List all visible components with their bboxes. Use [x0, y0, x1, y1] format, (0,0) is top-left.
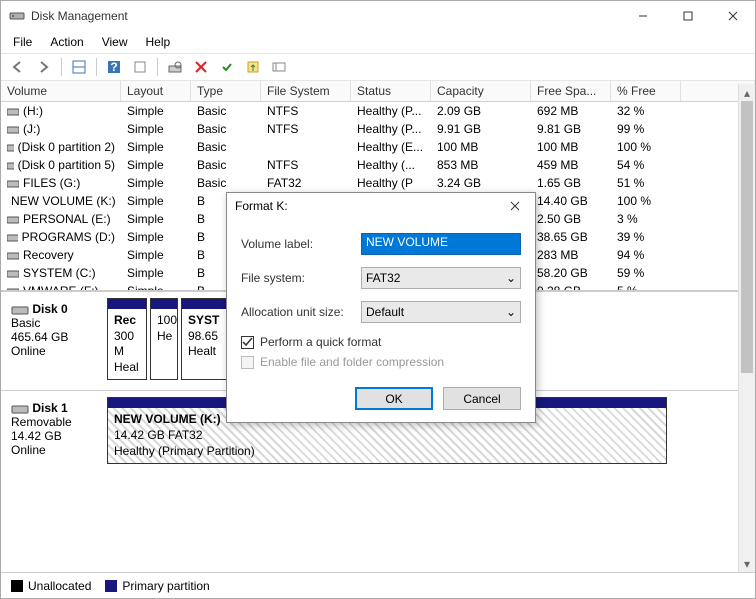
format-dialog: Format K: Volume label: NEW VOLUME File … — [226, 192, 536, 423]
minimize-button[interactable] — [620, 2, 665, 30]
partition[interactable]: SYST98.65Healt — [181, 298, 229, 380]
col-type[interactable]: Type — [191, 81, 261, 101]
back-button[interactable] — [7, 56, 29, 78]
menu-file[interactable]: File — [5, 33, 40, 51]
table-row[interactable]: (H:)SimpleBasicNTFSHealthy (P...2.09 GB6… — [1, 102, 755, 120]
dialog-title: Format K: — [235, 199, 503, 213]
menu-help[interactable]: Help — [138, 33, 179, 51]
toolbar-icon[interactable] — [68, 56, 90, 78]
maximize-button[interactable] — [665, 2, 710, 30]
col-status[interactable]: Status — [351, 81, 431, 101]
col-freespace[interactable]: Free Spa... — [531, 81, 611, 101]
ok-button[interactable]: OK — [355, 387, 433, 410]
app-icon — [9, 8, 25, 24]
menu-action[interactable]: Action — [42, 33, 91, 51]
quick-format-checkbox[interactable]: Perform a quick format — [241, 335, 521, 349]
chevron-down-icon: ⌄ — [506, 305, 516, 319]
menu-view[interactable]: View — [94, 33, 136, 51]
col-volume[interactable]: Volume — [1, 81, 121, 101]
cancel-button[interactable]: Cancel — [443, 387, 521, 410]
check-icon[interactable] — [216, 56, 238, 78]
filesystem-label: File system: — [241, 271, 361, 285]
help-icon[interactable]: ? — [103, 56, 125, 78]
svg-text:?: ? — [110, 60, 117, 74]
toolbar: ? — [1, 53, 755, 81]
table-row[interactable]: (Disk 0 partition 2)SimpleBasicHealthy (… — [1, 138, 755, 156]
scroll-down-icon[interactable]: ▾ — [739, 555, 755, 572]
col-pctfree[interactable]: % Free — [611, 81, 681, 101]
forward-button[interactable] — [33, 56, 55, 78]
window-title: Disk Management — [31, 9, 620, 23]
col-capacity[interactable]: Capacity — [431, 81, 531, 101]
toolbar-icon[interactable] — [268, 56, 290, 78]
table-row[interactable]: (J:)SimpleBasicNTFSHealthy (P...9.91 GB9… — [1, 120, 755, 138]
scrollbar-thumb[interactable] — [741, 101, 753, 373]
menubar: File Action View Help — [1, 31, 755, 53]
legend-unallocated: Unallocated — [28, 579, 91, 593]
table-row[interactable]: FILES (G:)SimpleBasicFAT32Healthy (P3.24… — [1, 174, 755, 192]
allocation-unit-label: Allocation unit size: — [241, 305, 361, 319]
filesystem-select[interactable]: FAT32 ⌄ — [361, 267, 521, 289]
toolbar-icon[interactable] — [129, 56, 151, 78]
list-header: Volume Layout Type File System Status Ca… — [1, 81, 755, 102]
col-layout[interactable]: Layout — [121, 81, 191, 101]
table-row[interactable]: (Disk 0 partition 5)SimpleBasicNTFSHealt… — [1, 156, 755, 174]
enable-compression-checkbox: Enable file and folder compression — [241, 355, 521, 369]
delete-icon[interactable] — [190, 56, 212, 78]
legend-primary: Primary partition — [122, 579, 209, 593]
partition[interactable]: Rec300 MHeal — [107, 298, 147, 380]
dialog-close-button[interactable] — [503, 194, 527, 218]
close-button[interactable] — [710, 2, 755, 30]
chevron-down-icon: ⌄ — [506, 271, 516, 285]
titlebar: Disk Management — [1, 1, 755, 31]
toolbar-icon[interactable] — [164, 56, 186, 78]
volume-label-label: Volume label: — [241, 237, 361, 251]
col-filesystem[interactable]: File System — [261, 81, 351, 101]
toolbar-icon[interactable] — [242, 56, 264, 78]
volume-label-input[interactable]: NEW VOLUME — [361, 233, 521, 255]
scroll-up-icon[interactable]: ▴ — [739, 84, 755, 101]
allocation-unit-select[interactable]: Default ⌄ — [361, 301, 521, 323]
legend: Unallocated Primary partition — [1, 572, 755, 598]
partition[interactable]: 100He — [150, 298, 178, 380]
vertical-scrollbar[interactable]: ▴ ▾ — [738, 84, 755, 572]
